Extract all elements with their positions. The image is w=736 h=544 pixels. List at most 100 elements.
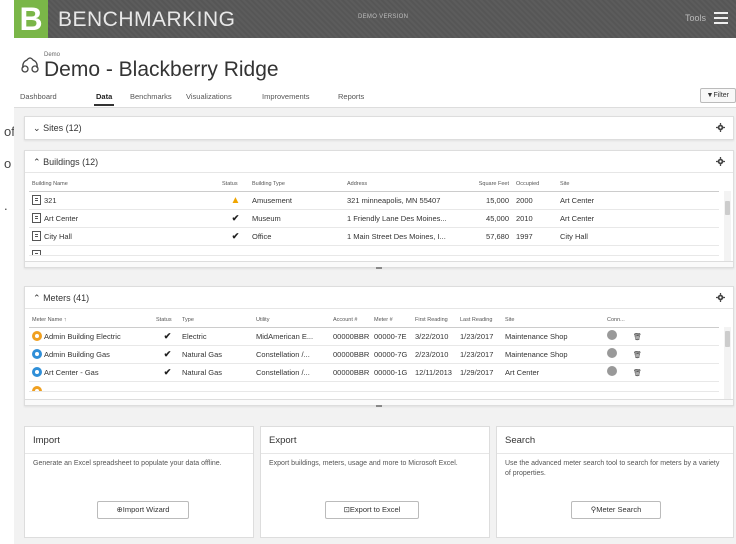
filter-label: Filter [713,92,729,99]
gas-meter-icon [32,367,42,377]
chevron-up-icon: ⌃ [33,293,41,303]
buildings-panel: ⌃ Buildings (12) Building Name Status Bu… [24,150,734,269]
tab-reports[interactable]: Reports [338,92,364,101]
column-header[interactable]: Square Feet [469,178,513,192]
checkmark-icon: ✔ [163,348,172,359]
fragment-text: o [4,156,12,171]
column-header[interactable]: Conn... [604,314,630,328]
gas-meter-icon [32,349,42,359]
buildings-resize-handle[interactable] [25,261,733,269]
tab-improvements[interactable]: Improvements [262,92,310,101]
tab-data[interactable]: Data [93,92,115,106]
buildings-icon [21,57,39,73]
connection-icon[interactable] [607,348,617,358]
buildings-header[interactable]: ⌃ Buildings (12) [25,151,733,173]
page-title: Demo - Blackberry Ridge [44,58,279,81]
column-header[interactable]: Type [179,314,253,328]
column-header[interactable]: Meter # [371,314,412,328]
sites-title: ⌄ Sites (12) [33,123,82,133]
import-title: Import [33,435,60,446]
table-row[interactable] [29,381,719,392]
table-row[interactable]: City Hall ✔ Office 1 Main Street Des Moi… [29,227,719,246]
app-window: B BENCHMARKING DEMO VERSION Tools Demo D… [14,0,736,544]
tab-benchmarks[interactable]: Benchmarks [130,92,172,101]
table-row[interactable]: 321 ▲ Amusement 321 minneapolis, MN 5540… [29,191,719,210]
meters-title: ⌃ Meters (41) [33,293,90,303]
checkmark-icon: ✔ [163,330,172,341]
building-icon [32,249,41,254]
table-row[interactable]: Admin Building Gas ✔ Natural Gas Constel… [29,345,719,364]
trash-icon[interactable]: 🗑 [633,370,642,377]
chevron-down-icon: ⌄ [33,123,41,133]
electric-meter-icon [32,385,42,390]
column-header[interactable]: Occupied [513,178,557,192]
meters-header[interactable]: ⌃ Meters (41) [25,287,733,309]
tab-dashboard[interactable]: Dashboard [20,92,57,101]
chevron-up-icon: ⌃ [33,157,41,167]
search-title: Search [505,435,536,446]
meters-panel: ⌃ Meters (41) Meter Name ↑ Status Type U… [24,286,734,407]
import-description: Generate an Excel spreadsheet to populat… [33,460,222,467]
column-header[interactable]: Utility [253,314,330,328]
tools-menu[interactable]: Tools [685,13,706,23]
gear-icon[interactable] [716,123,725,132]
buildings-title: ⌃ Buildings (12) [33,157,99,167]
buildings-scrollbar[interactable] [724,191,731,261]
column-header[interactable]: Site [502,314,604,328]
meters-resize-handle[interactable] [25,399,733,407]
trash-icon[interactable]: 🗑 [633,352,642,359]
gear-icon[interactable] [716,293,725,302]
building-icon [32,213,41,223]
sites-panel: ⌄ Sites (12) [24,116,734,140]
meters-scrollbar[interactable] [724,327,731,399]
hamburger-menu-icon[interactable] [714,12,728,24]
column-header[interactable]: Site [557,178,719,192]
checkmark-icon: ✔ [231,230,240,241]
building-icon [32,231,41,241]
table-row[interactable] [29,245,719,256]
column-header[interactable]: Building Name [29,178,219,192]
connection-icon[interactable] [607,366,617,376]
import-wizard-button[interactable]: ⊕Import Wizard [97,501,189,519]
column-header[interactable]: Meter Name ↑ [29,314,153,328]
column-header[interactable]: First Reading [412,314,457,328]
meters-table: Meter Name ↑ Status Type Utility Account… [29,314,719,392]
table-row[interactable]: Art Center - Gas ✔ Natural Gas Constella… [29,363,719,382]
column-header[interactable]: Last Reading [457,314,502,328]
gear-icon[interactable] [716,157,725,166]
export-description: Export buildings, meters, usage and more… [269,460,458,467]
import-card: Import Generate an Excel spreadsheet to … [24,426,254,538]
tab-bar: Dashboard Data Benchmarks Visualizations… [14,86,736,108]
sort-arrow-icon: ↑ [63,317,67,324]
building-icon [32,195,41,205]
fragment-text: . [4,198,8,213]
search-card: Search Use the advanced meter search too… [496,426,734,538]
page-header: Demo Demo - Blackberry Ridge [14,38,736,86]
column-header[interactable]: Account # [330,314,371,328]
connection-icon[interactable] [607,330,617,340]
sites-header[interactable]: ⌄ Sites (12) [25,117,733,139]
table-row[interactable]: Art Center ✔ Museum 1 Friendly Lane Des … [29,209,719,228]
data-content: ⌄ Sites (12) ⌃ Buildings (12) Building N… [14,108,736,544]
buildings-table: Building Name Status Building Type Addre… [29,178,719,256]
checkmark-icon: ✔ [231,212,240,223]
tab-visualizations[interactable]: Visualizations [186,92,232,101]
filter-button[interactable]: ▼Filter [699,88,736,103]
table-row[interactable]: Admin Building Electric ✔ Electric MidAm… [29,327,719,346]
top-bar: B BENCHMARKING DEMO VERSION Tools [14,0,736,38]
demo-version-label: DEMO VERSION [358,14,409,20]
warning-icon: ▲ [230,194,241,206]
meter-search-button[interactable]: ⚲Meter Search [571,501,661,519]
column-header[interactable]: Address [344,178,469,192]
column-header[interactable]: Status [153,314,179,328]
column-header[interactable]: Status [219,178,249,192]
electric-meter-icon [32,331,42,341]
checkmark-icon: ✔ [163,366,172,377]
brand-logo[interactable]: B [14,0,48,38]
search-description: Use the advanced meter search tool to se… [505,460,720,477]
brand-name: BENCHMARKING [58,8,236,31]
export-to-excel-button[interactable]: ⊡Export to Excel [325,501,419,519]
column-header[interactable]: Building Type [249,178,344,192]
trash-icon[interactable]: 🗑 [633,334,642,341]
export-title: Export [269,435,297,446]
